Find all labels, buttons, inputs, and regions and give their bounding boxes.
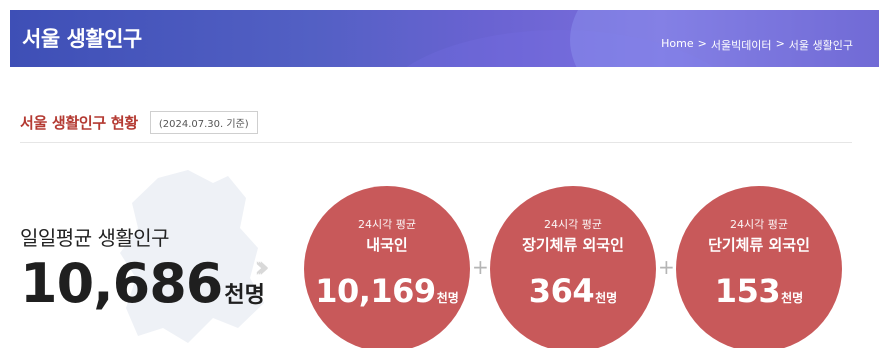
stat-circle-korean: 24시각 평균 내국인 10,169 천명	[304, 186, 470, 348]
circle-name: 장기체류 외국인	[522, 236, 624, 254]
circle-unit: 천명	[781, 291, 804, 305]
section-divider	[20, 142, 852, 143]
circle-number: 153	[714, 272, 781, 310]
breadcrumb-current[interactable]: 서울 생활인구	[789, 37, 853, 53]
circle-value: 364 천명	[490, 272, 656, 310]
circle-value: 10,169 천명	[304, 272, 470, 310]
circle-number: 364	[528, 272, 595, 310]
circle-sub-label: 24시각 평균	[544, 218, 602, 231]
daily-average-label: 일일평균 생활인구	[20, 226, 170, 250]
stat-circle-long-term-foreigner: 24시각 평균 장기체류 외국인 364 천명	[490, 186, 656, 348]
page-header: 서울 생활인구 Home > 서울빅데이터 > 서울 생활인구	[10, 10, 879, 67]
stat-circle-short-term-foreigner: 24시각 평균 단기체류 외국인 153 천명	[676, 186, 842, 348]
date-badge: (2024.07.30. 기준)	[149, 111, 258, 134]
breadcrumb-home[interactable]: Home	[661, 37, 693, 53]
breadcrumb-separator: >	[775, 37, 785, 50]
circle-name: 단기체류 외국인	[708, 236, 810, 254]
plus-icon: +	[658, 255, 675, 279]
circle-name: 내국인	[366, 236, 408, 254]
daily-average-number: 10,686	[20, 252, 223, 315]
circle-number: 10,169	[315, 272, 436, 310]
double-chevron-right-icon: ›››	[254, 250, 270, 285]
circle-unit: 천명	[436, 291, 459, 305]
section-title: 서울 생활인구 현황	[20, 114, 138, 132]
section-header: 서울 생활인구 현황 (2024.07.30. 기준)	[20, 111, 258, 134]
page-title: 서울 생활인구	[22, 27, 142, 51]
breadcrumb: Home > 서울빅데이터 > 서울 생활인구	[661, 37, 853, 53]
breadcrumb-seoul-bigdata[interactable]: 서울빅데이터	[711, 37, 772, 53]
plus-icon: +	[472, 255, 489, 279]
circle-value: 153 천명	[676, 272, 842, 310]
circle-sub-label: 24시각 평균	[730, 218, 788, 231]
circle-sub-label: 24시각 평균	[358, 218, 416, 231]
breadcrumb-separator: >	[697, 37, 707, 50]
daily-average-value: 10,686 천명	[20, 252, 265, 315]
circle-unit: 천명	[595, 291, 618, 305]
